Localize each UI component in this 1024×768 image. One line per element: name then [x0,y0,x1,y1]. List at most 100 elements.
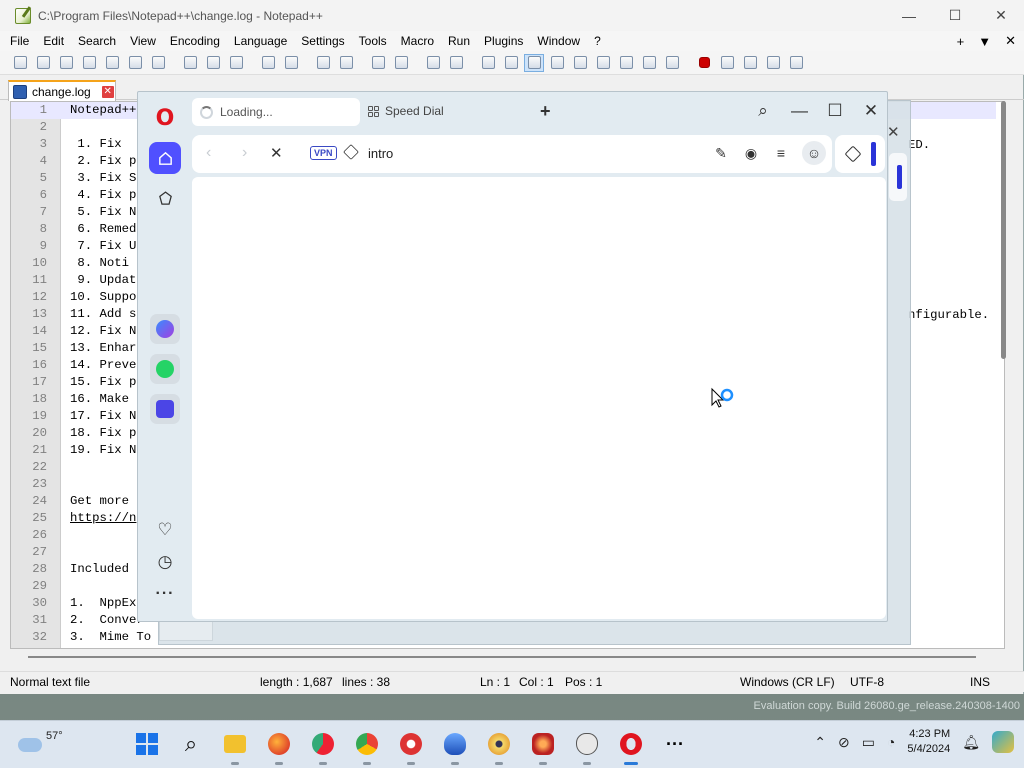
macro-stop-icon[interactable] [717,54,737,72]
tab-change-log[interactable]: change.log ✕ [8,80,116,101]
app-red-circle-icon[interactable] [396,729,426,765]
menu-edit[interactable]: Edit [36,34,71,48]
firefox-icon[interactable] [264,729,294,765]
macro-run-multiple-icon[interactable] [763,54,783,72]
app-eye-icon[interactable] [484,729,514,765]
new-file-icon[interactable] [10,54,30,72]
maximize-icon[interactable]: ☐ [932,0,978,31]
zoom-out-icon[interactable] [391,54,411,72]
macro-record-icon[interactable] [694,54,714,72]
maximize-icon[interactable]: ☐ [827,101,843,121]
close-file-icon[interactable] [102,54,122,72]
word-wrap-icon[interactable] [478,54,498,72]
opera-taskbar-icon[interactable] [616,729,646,765]
easy-setup-icon[interactable]: ≡ [772,141,790,165]
menu-help[interactable]: ? [587,34,608,48]
sync-horizontal-icon[interactable] [446,54,466,72]
network-off-icon[interactable]: ⊘ [838,734,850,751]
menu-run[interactable]: Run [441,34,477,48]
overflow-more-icon[interactable]: ··· [660,729,690,759]
menu-language[interactable]: Language [227,34,294,48]
chevron-up-icon[interactable]: ⌃ [814,734,826,751]
folder-workspace-icon[interactable] [639,54,659,72]
camera-icon[interactable]: ◉ [742,141,760,165]
site-info-icon[interactable] [343,144,359,160]
sync-vertical-icon[interactable] [423,54,443,72]
vpn-badge[interactable]: VPN [310,146,337,160]
tab-loading[interactable]: Loading... [192,98,360,126]
whatsapp-icon[interactable] [150,354,180,384]
menu-search[interactable]: Search [71,34,123,48]
display-icon[interactable]: ▭ [862,734,875,751]
chrome-icon[interactable] [352,729,382,765]
start-windows-icon[interactable] [132,729,162,759]
save-all-icon[interactable] [79,54,99,72]
weather-widget[interactable]: 57° [18,730,63,752]
menu-window[interactable]: Window [530,34,587,48]
paste-icon[interactable] [226,54,246,72]
cut-icon[interactable] [180,54,200,72]
save-icon[interactable] [56,54,76,72]
file-explorer-icon[interactable] [220,729,250,765]
show-all-chars-icon[interactable] [501,54,521,72]
print-icon[interactable] [148,54,168,72]
document-list-icon[interactable] [593,54,613,72]
music-player-icon[interactable] [150,394,180,424]
document-map-icon[interactable] [570,54,590,72]
home-icon[interactable] [149,142,181,174]
menu-plugins[interactable]: Plugins [477,34,530,48]
app-alien-icon[interactable] [572,729,602,765]
open-file-icon[interactable] [33,54,53,72]
minimize-icon[interactable]: — [886,0,932,31]
zoom-in-icon[interactable] [368,54,388,72]
tab-speed-dial[interactable]: Speed Dial [368,104,444,118]
close-icon[interactable]: ✕ [978,0,1024,31]
app-red-star-icon[interactable] [528,729,558,765]
indent-guide-icon[interactable] [524,53,544,72]
search-icon[interactable]: ⌕ [176,729,206,759]
minimize-icon[interactable]: — [791,101,808,121]
pinboard-icon[interactable] [149,182,181,214]
back-icon[interactable]: ‹ [206,144,211,162]
profile-icon[interactable]: ☺ [802,141,826,165]
menu-macro[interactable]: Macro [394,34,441,48]
wifi-speaker-icon[interactable]: ◔ [887,734,895,750]
monitoring-icon[interactable] [662,54,682,72]
macro-save-icon[interactable] [786,54,806,72]
ccleaner-icon[interactable] [308,729,338,765]
copilot-pre-icon[interactable] [992,731,1014,753]
forward-icon[interactable]: › [242,144,247,162]
close-all-icon[interactable] [125,54,145,72]
extensions-cube-icon[interactable] [844,145,862,163]
close-icon[interactable]: ✕ [863,101,879,121]
messenger-icon[interactable] [150,314,180,344]
function-list-icon[interactable] [616,54,636,72]
redo-icon[interactable] [281,54,301,72]
find-icon[interactable] [313,54,333,72]
bookmarks-heart-icon[interactable]: ♡ [149,514,181,546]
menu-view[interactable]: View [123,34,163,48]
tab-list-icon[interactable]: ▼ [978,34,991,49]
copy-icon[interactable] [203,54,223,72]
horizontal-scrollbar[interactable] [28,656,976,658]
history-clock-icon[interactable]: ◷ [149,546,181,578]
opera-logo-icon[interactable]: O [149,102,181,134]
clock[interactable]: 4:23 PM 5/4/2024 [907,727,950,757]
define-language-icon[interactable] [547,54,567,72]
new-tab-icon[interactable]: + [957,34,965,49]
menu-file[interactable]: File [0,34,36,48]
undo-icon[interactable] [258,54,278,72]
edit-icon[interactable]: ✎ [712,141,730,165]
tab-close-icon[interactable]: ✕ [101,85,114,98]
close-doc-icon[interactable]: ✕ [1005,33,1016,49]
new-tab-icon[interactable]: + [540,101,551,122]
menu-encoding[interactable]: Encoding [163,34,227,48]
menu-settings[interactable]: Settings [294,34,351,48]
url-input[interactable]: intro [368,146,393,161]
page-content[interactable] [192,177,886,619]
stop-loading-icon[interactable]: ✕ [270,144,283,162]
app-blue-drop-icon[interactable] [440,729,470,765]
vertical-scrollbar[interactable] [1001,101,1006,359]
notification-bell-icon[interactable]: 🔔︎ [962,734,980,751]
menu-tools[interactable]: Tools [352,34,394,48]
